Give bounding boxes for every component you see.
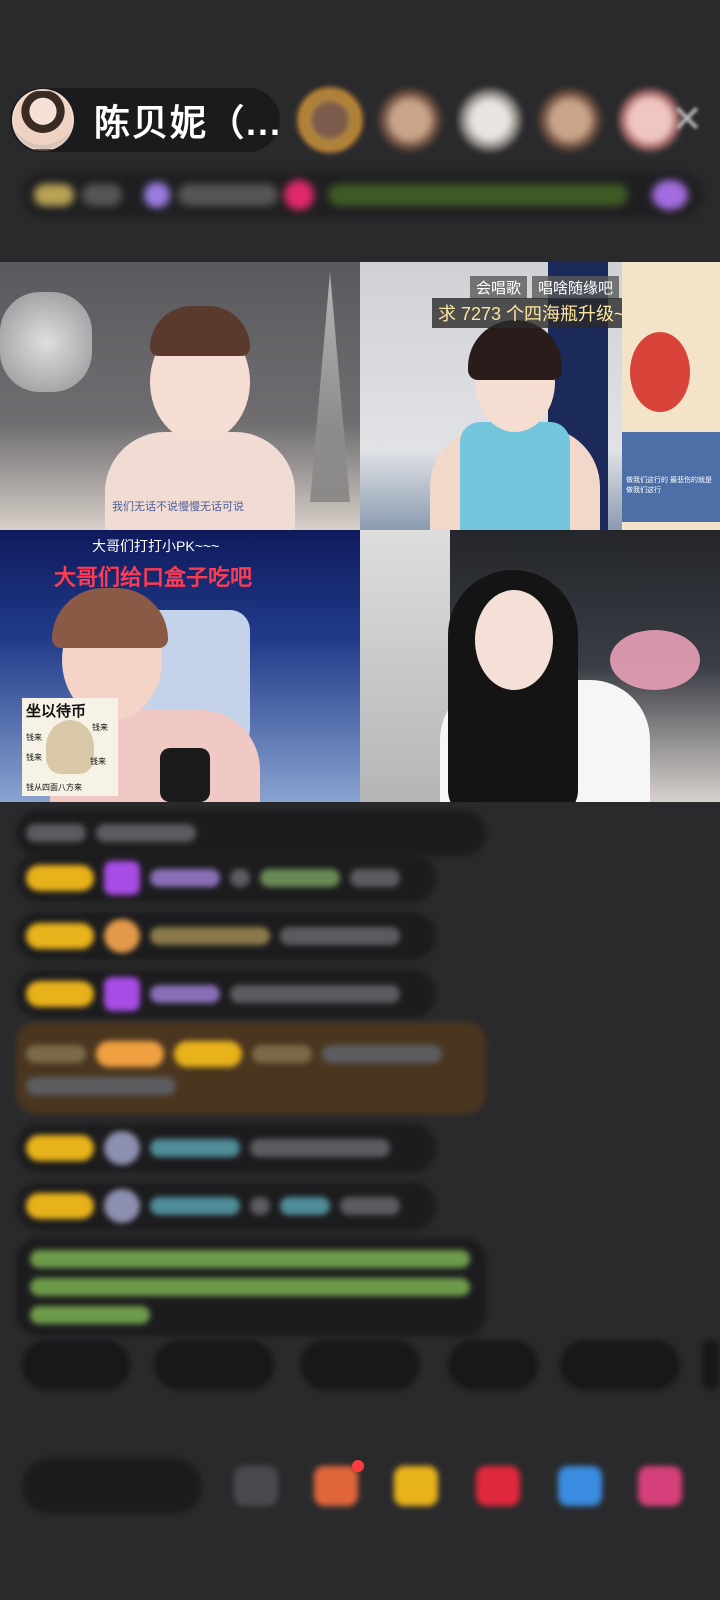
stream-goal: 求 7273 个四海瓶升级~ [432,298,631,328]
host-name[interactable]: 陈贝妮（... [94,94,282,146]
live-header: 陈贝妮（... ✕ [8,84,712,154]
guest-face [475,590,553,690]
system-notice [16,1238,486,1336]
chat-message[interactable] [16,1124,436,1172]
share-icon[interactable] [234,1466,278,1506]
chat-message-highlight[interactable] [16,1022,486,1114]
sticker-title: 坐以待币 [26,703,87,720]
viewer-avatar[interactable] [378,88,442,152]
stream-tag-sing: 会唱歌 [470,276,528,299]
quick-reply-button[interactable] [702,1340,720,1390]
chat-message[interactable] [16,854,436,902]
quick-reply-button[interactable] [448,1340,538,1390]
guest-caption: 我们无话不说慢慢无话可说 [112,501,244,513]
tree-decor [310,272,350,502]
lucky-bag-icon[interactable] [394,1466,438,1506]
level-badge [26,865,94,891]
level-badge [26,1135,94,1161]
quick-reply-button[interactable] [154,1340,274,1390]
fan-badge-icon [104,919,140,953]
wall-decor [360,530,450,802]
fan-badge-icon [104,1189,140,1223]
chat-message[interactable] [16,810,486,856]
guest-hair [52,588,168,648]
microphone [160,748,210,802]
guest-top [460,422,570,530]
level-badge [26,923,94,949]
guest-video-1[interactable]: 我们无话不说慢慢无话可说 [0,262,360,530]
vip-gem-icon [104,861,140,895]
guest-hair [150,306,250,356]
fan-badge-icon [104,1131,140,1165]
guest-video-4[interactable] [360,530,720,802]
game-icon[interactable] [558,1466,602,1506]
chat-input[interactable] [22,1458,202,1514]
bottom-toolbar [22,1458,720,1514]
sticker-line: 钱从四面八方来 [26,783,82,792]
gift-red-icon[interactable] [476,1466,520,1506]
sticker-line: 钱来 [92,723,108,732]
gift-caption: 大哥们给口盒子吃吧 [54,565,253,590]
host-info-pill[interactable]: 陈贝妮（... [10,88,280,152]
quick-reply-button[interactable] [300,1340,420,1390]
pk-caption: 大哥们打打小PK~~~ [92,538,220,554]
chat-message[interactable] [16,912,436,960]
cat-image [46,720,94,774]
guest-body [105,432,295,530]
level-badge [26,1193,94,1219]
quick-reply-button[interactable] [22,1340,130,1390]
sticker-line: 钱来 [90,757,106,766]
notification-dot [352,1460,364,1472]
stream-tags-bar[interactable] [22,172,702,218]
fans-club-icon[interactable] [314,1466,358,1506]
quick-reply-button[interactable] [560,1340,680,1390]
side-sticker-text: 做我们这行的 最悲伤的就是做我们这行 [626,477,712,494]
coin-sticker: 坐以待币 钱来 钱来 钱来 钱来 钱从四面八方来 [22,698,118,796]
lamp-decor [0,292,92,392]
close-icon[interactable]: ✕ [666,98,708,140]
quick-reply-bar [18,1340,720,1392]
sticker-line: 钱来 [26,733,42,742]
chat-message[interactable] [16,970,436,1018]
viewer-avatar[interactable] [298,88,362,152]
multi-guest-video-grid: 我们无话不说慢慢无话可说 会唱歌 唱啥随缘吧 求 7273 个四海瓶升级~ 做我… [0,262,720,802]
chat-message[interactable] [16,1182,436,1230]
guest-video-2[interactable]: 会唱歌 唱啥随缘吧 求 7273 个四海瓶升级~ 做我们这行的 最悲伤的就是做我… [360,262,720,530]
sticker-line: 钱来 [26,753,42,762]
level-badge [174,1041,242,1067]
vip-gem-icon [104,977,140,1011]
stream-tag-random: 唱啥随缘吧 [532,276,620,299]
side-sticker: 做我们这行的 最悲伤的就是做我们这行 [622,262,720,530]
viewer-avatar[interactable] [458,88,522,152]
flower-decor [610,630,700,690]
level-badge [26,981,94,1007]
viewer-avatar[interactable] [538,88,602,152]
top-viewers-list [298,88,682,152]
host-avatar[interactable] [12,89,74,151]
cartoon-character [630,332,690,412]
gift-box-icon[interactable] [638,1466,682,1506]
guest-video-3[interactable]: 大哥们打打小PK~~~ 大哥们给口盒子吃吧 坐以待币 钱来 钱来 钱来 钱来 钱… [0,530,360,802]
